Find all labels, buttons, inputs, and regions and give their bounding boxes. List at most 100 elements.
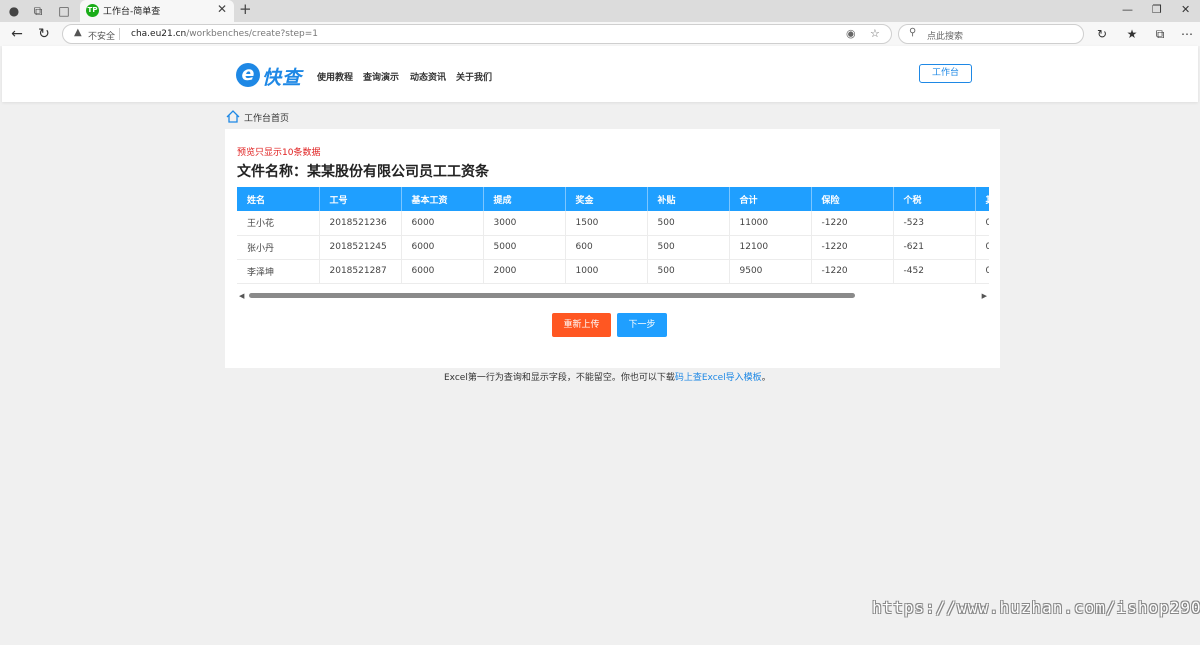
nav-about[interactable]: 关于我们 xyxy=(456,70,492,83)
table-cell: 6000 xyxy=(401,235,484,260)
site-logo[interactable]: e 快查 xyxy=(236,63,304,89)
preview-note: 预览只显示10条数据 xyxy=(237,148,321,158)
url-host: cha.eu21.cn xyxy=(131,29,187,39)
search-icon: ⚲ xyxy=(909,27,917,38)
read-aloud-icon[interactable]: ◉ xyxy=(846,27,856,40)
table-cell: 1000 xyxy=(565,259,648,284)
reload-icon[interactable]: ↻ xyxy=(34,24,54,44)
table-cell: 王小花 xyxy=(237,211,320,236)
warning-icon: ▲ xyxy=(74,27,82,38)
table-cell: 2000 xyxy=(483,259,566,284)
excel-instructions: Excel第一行为查询和显示字段，不能留空。你也可以下载码上查Excel导入模板… xyxy=(444,370,771,383)
table-cell: 李泽坤 xyxy=(237,259,320,284)
table-cell: 3000 xyxy=(483,211,566,236)
back-icon[interactable]: ← xyxy=(7,24,27,44)
tab-actions-icon[interactable]: □ xyxy=(54,2,74,20)
data-table-container[interactable]: 姓名 工号 基本工资 提成 奖金 补贴 合计 保险 个税 其 王小花 20185… xyxy=(237,187,989,287)
table-row: 张小丹 2018521245 6000 5000 600 500 12100 -… xyxy=(237,235,989,260)
table-cell: -1220 xyxy=(811,259,894,284)
tab-close-icon[interactable]: ✕ xyxy=(217,2,227,16)
browser-tab-bar: ● ⧉ □ TP 工作台-简单查 ✕ + — ❐ ✕ xyxy=(0,0,1200,22)
watermark-text: https://www.huzhan.com/ishop29028 xyxy=(872,598,1200,617)
more-menu-icon[interactable]: ⋯ xyxy=(1177,24,1197,44)
workbench-button[interactable]: 工作台 xyxy=(919,64,972,83)
next-step-button[interactable]: 下一步 xyxy=(617,313,667,337)
tab-title: 工作台-简单查 xyxy=(103,7,161,17)
column-header: 工号 xyxy=(319,187,402,211)
table-cell: 6000 xyxy=(401,211,484,236)
column-header: 个税 xyxy=(893,187,976,211)
table-cell: 2018521236 xyxy=(319,211,402,236)
table-cell: 500 xyxy=(647,211,730,236)
favorites-icon[interactable]: ★ xyxy=(1122,24,1142,44)
table-cell: 0 xyxy=(975,211,989,236)
table-cell: 2018521287 xyxy=(319,259,402,284)
browser-tab[interactable]: TP 工作台-简单查 ✕ xyxy=(80,0,234,22)
column-header: 姓名 xyxy=(237,187,320,211)
main-card: 预览只显示10条数据 文件名称：某某股份有限公司员工工资条 姓名 工号 基本工资… xyxy=(225,129,1000,368)
column-header: 保险 xyxy=(811,187,894,211)
table-row: 李泽坤 2018521287 6000 2000 1000 500 9500 -… xyxy=(237,259,989,284)
scroll-left-arrow-icon[interactable]: ◀ xyxy=(239,292,244,300)
profile-icon[interactable]: ● xyxy=(4,2,24,20)
search-placeholder: 点此搜索 xyxy=(927,32,964,42)
table-cell: -1220 xyxy=(811,235,894,260)
file-title: 文件名称：某某股份有限公司员工工资条 xyxy=(237,164,489,180)
logo-e-icon: e xyxy=(236,63,260,87)
workspaces-icon[interactable]: ⧉ xyxy=(28,2,48,20)
url-path: /workbenches/create?step=1 xyxy=(186,29,319,39)
maximize-icon[interactable]: ❐ xyxy=(1152,3,1162,16)
browser-address-bar: ← ↻ ▲ 不安全 cha.eu21.cn/workbenches/create… xyxy=(0,22,1200,46)
site-header: e 快查 使用教程 查询演示 动态资讯 关于我们 工作台 xyxy=(2,46,1198,102)
nav-news[interactable]: 动态资讯 xyxy=(410,70,446,83)
scrollbar-thumb[interactable] xyxy=(249,293,855,298)
logo-text: 快查 xyxy=(262,67,303,89)
table-cell: 12100 xyxy=(729,235,812,260)
column-header: 提成 xyxy=(483,187,566,211)
table-cell: 0 xyxy=(975,259,989,284)
extensions-icon[interactable]: ↻ xyxy=(1092,24,1112,44)
url-text: cha.eu21.cn/workbenches/create?step=1 xyxy=(131,29,318,39)
table-cell: -452 xyxy=(893,259,976,284)
column-header: 其 xyxy=(975,187,989,211)
tab-favicon-icon: TP xyxy=(86,4,99,17)
table-cell: -1220 xyxy=(811,211,894,236)
table-cell: 0 xyxy=(975,235,989,260)
template-download-link[interactable]: 码上查Excel导入模板 xyxy=(675,373,762,383)
table-cell: -621 xyxy=(893,235,976,260)
table-cell: 11000 xyxy=(729,211,812,236)
nav-demo[interactable]: 查询演示 xyxy=(363,70,399,83)
home-icon[interactable] xyxy=(226,110,240,123)
table-cell: 6000 xyxy=(401,259,484,284)
new-tab-icon[interactable]: + xyxy=(239,0,252,18)
column-header: 奖金 xyxy=(565,187,648,211)
column-header: 基本工资 xyxy=(401,187,484,211)
table-cell: 500 xyxy=(647,259,730,284)
table-cell: 600 xyxy=(565,235,648,260)
table-cell: 9500 xyxy=(729,259,812,284)
table-header-row: 姓名 工号 基本工资 提成 奖金 补贴 合计 保险 个税 其 xyxy=(237,187,989,211)
column-header: 合计 xyxy=(729,187,812,211)
table-cell: -523 xyxy=(893,211,976,236)
collections-icon[interactable]: ⧉ xyxy=(1150,24,1170,44)
window-close-icon[interactable]: ✕ xyxy=(1181,3,1190,16)
table-cell: 张小丹 xyxy=(237,235,320,260)
favorite-star-icon[interactable]: ☆ xyxy=(870,27,880,40)
table-row: 王小花 2018521236 6000 3000 1500 500 11000 … xyxy=(237,211,989,236)
table-cell: 2018521245 xyxy=(319,235,402,260)
url-divider xyxy=(119,28,120,40)
breadcrumb-label[interactable]: 工作台首页 xyxy=(244,111,289,124)
nav-tutorial[interactable]: 使用教程 xyxy=(317,70,353,83)
table-cell: 5000 xyxy=(483,235,566,260)
url-field[interactable]: ▲ 不安全 cha.eu21.cn/workbenches/create?ste… xyxy=(62,24,892,44)
minimize-icon[interactable]: — xyxy=(1122,3,1133,16)
table-cell: 1500 xyxy=(565,211,648,236)
horizontal-scrollbar[interactable]: ◀ ▶ xyxy=(237,291,989,301)
reupload-button[interactable]: 重新上传 xyxy=(552,313,611,337)
instructions-text: Excel第一行为查询和显示字段，不能留空。你也可以下载 xyxy=(444,373,675,383)
browser-search-box[interactable]: ⚲ 点此搜索 xyxy=(898,24,1084,44)
insecure-label: 不安全 xyxy=(88,32,116,42)
instructions-suffix: 。 xyxy=(761,373,771,383)
table-cell: 500 xyxy=(647,235,730,260)
scroll-right-arrow-icon[interactable]: ▶ xyxy=(982,292,987,300)
